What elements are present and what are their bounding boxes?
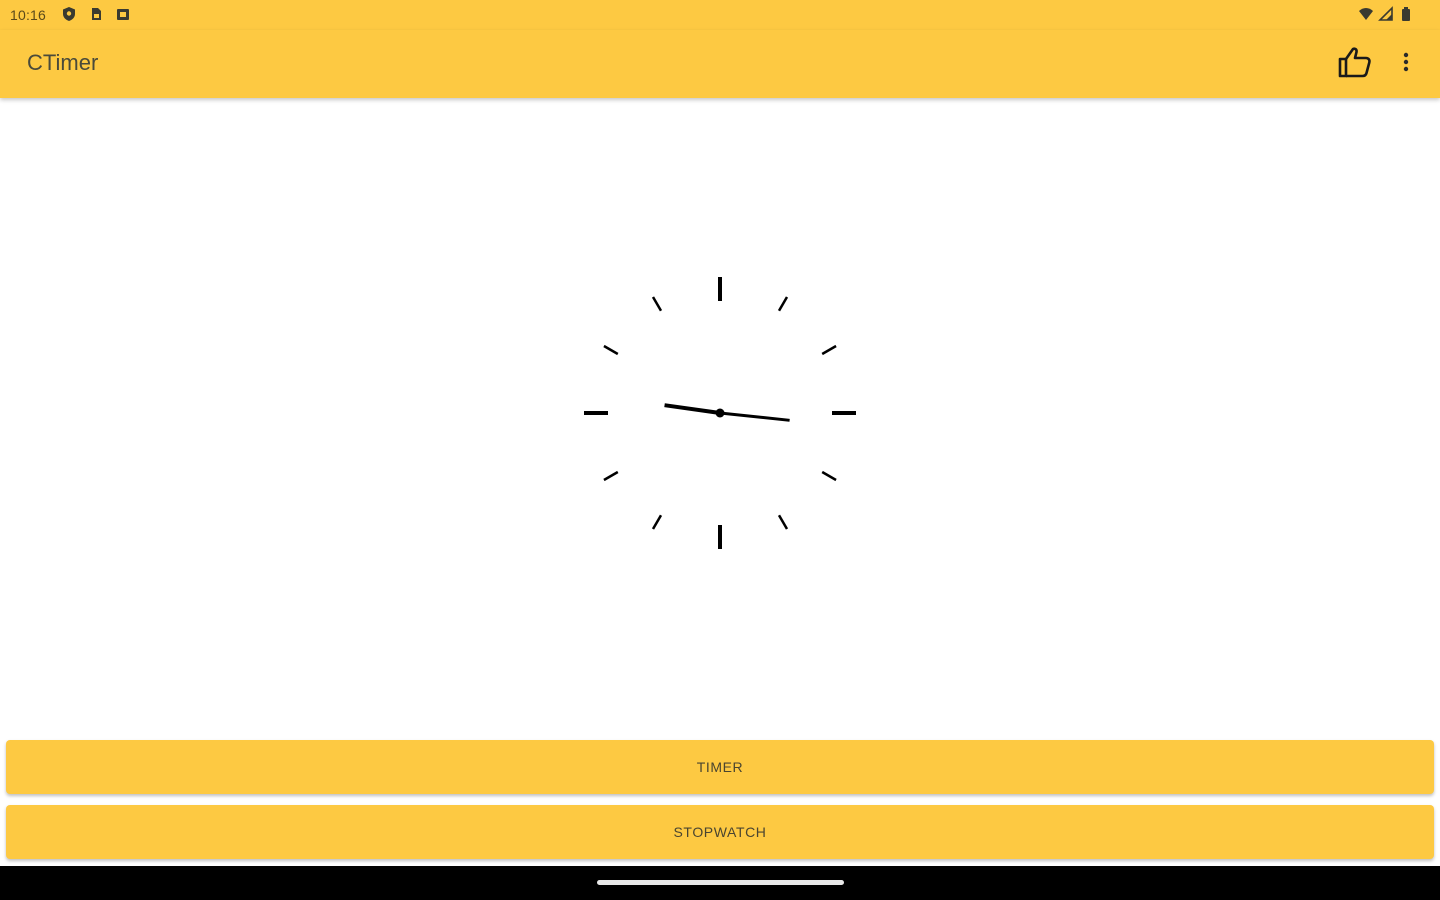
status-bar: 10:16 bbox=[0, 0, 1440, 30]
notification-icon bbox=[115, 6, 131, 22]
analog-clock bbox=[584, 277, 856, 549]
status-time: 10:16 bbox=[10, 7, 47, 23]
sim-card-icon bbox=[88, 6, 104, 22]
overflow-menu-button[interactable] bbox=[1384, 42, 1428, 86]
timer-button[interactable]: TIMER bbox=[6, 740, 1434, 794]
navigation-bar bbox=[0, 866, 1440, 900]
like-button[interactable] bbox=[1333, 42, 1377, 86]
wifi-icon bbox=[1358, 6, 1374, 22]
clock-tick bbox=[777, 514, 789, 530]
clock-center-dot bbox=[715, 408, 725, 418]
clock-tick bbox=[603, 470, 619, 482]
more-vert-icon bbox=[1403, 52, 1409, 77]
shield-icon bbox=[61, 6, 77, 22]
minute-hand bbox=[719, 411, 790, 422]
battery-icon bbox=[1398, 6, 1414, 22]
app-bar: CTimer bbox=[0, 30, 1440, 98]
thumbs-up-icon bbox=[1338, 46, 1372, 83]
home-indicator[interactable] bbox=[597, 880, 844, 885]
stopwatch-button-label: STOPWATCH bbox=[673, 824, 767, 840]
hour-hand bbox=[664, 403, 721, 415]
stopwatch-button[interactable]: STOPWATCH bbox=[6, 805, 1434, 859]
clock-tick bbox=[651, 514, 663, 530]
clock-tick bbox=[777, 296, 789, 312]
clock-tick bbox=[821, 470, 837, 482]
cell-signal-icon bbox=[1378, 6, 1394, 22]
app-title: CTimer bbox=[27, 50, 99, 75]
timer-button-label: TIMER bbox=[696, 759, 744, 775]
clock-area bbox=[0, 98, 1440, 738]
clock-tick bbox=[651, 296, 663, 312]
clock-tick bbox=[603, 344, 619, 356]
clock-tick bbox=[821, 344, 837, 356]
